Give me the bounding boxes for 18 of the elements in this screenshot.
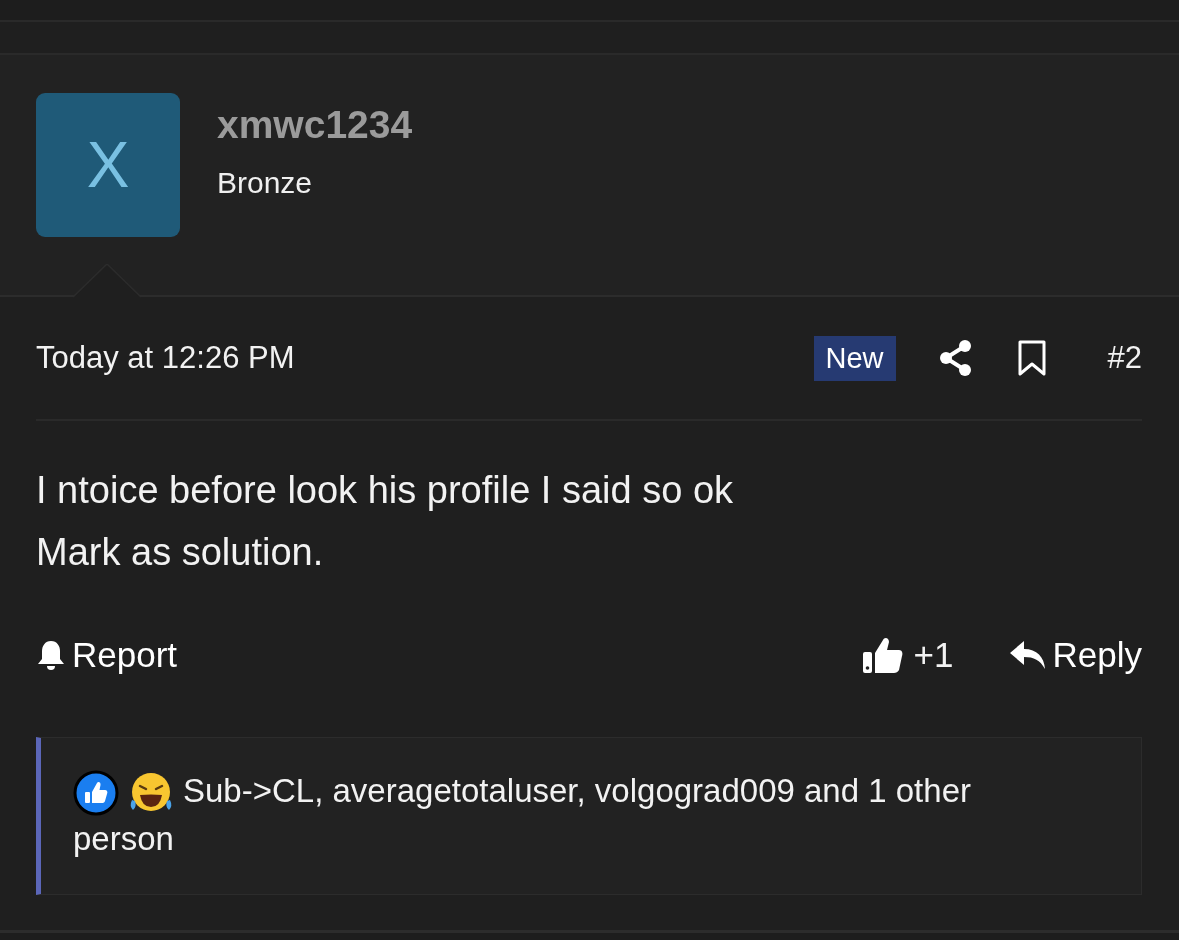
post-text-line: I ntoice before look his profile I said so ok [36, 468, 735, 513]
user-rank: Bronze [217, 165, 314, 201]
bookmark-icon[interactable] [1017, 340, 1046, 376]
reply-icon [1008, 639, 1047, 671]
bell-icon [36, 639, 66, 671]
report-link[interactable]: Report [36, 635, 178, 675]
post-text-line: Mark as solution. [36, 530, 325, 575]
post-number-link[interactable]: #2 [1107, 340, 1142, 376]
post-timestamp[interactable]: Today at 12:26 PM [36, 340, 814, 376]
reply-link[interactable]: Reply [1008, 635, 1142, 675]
user-avatar[interactable]: X [36, 93, 180, 237]
new-badge: New [813, 335, 896, 381]
share-icon[interactable] [938, 339, 973, 377]
like-reaction-icon[interactable] [73, 770, 119, 817]
username-link[interactable]: xmwc1234 [217, 103, 413, 147]
thumbs-up-icon [861, 635, 904, 675]
like-count[interactable]: +1 [913, 635, 954, 675]
reactions-link[interactable]: Sub->CL, averagetotaluser, volgograd009 and 1 other person [73, 768, 1051, 863]
